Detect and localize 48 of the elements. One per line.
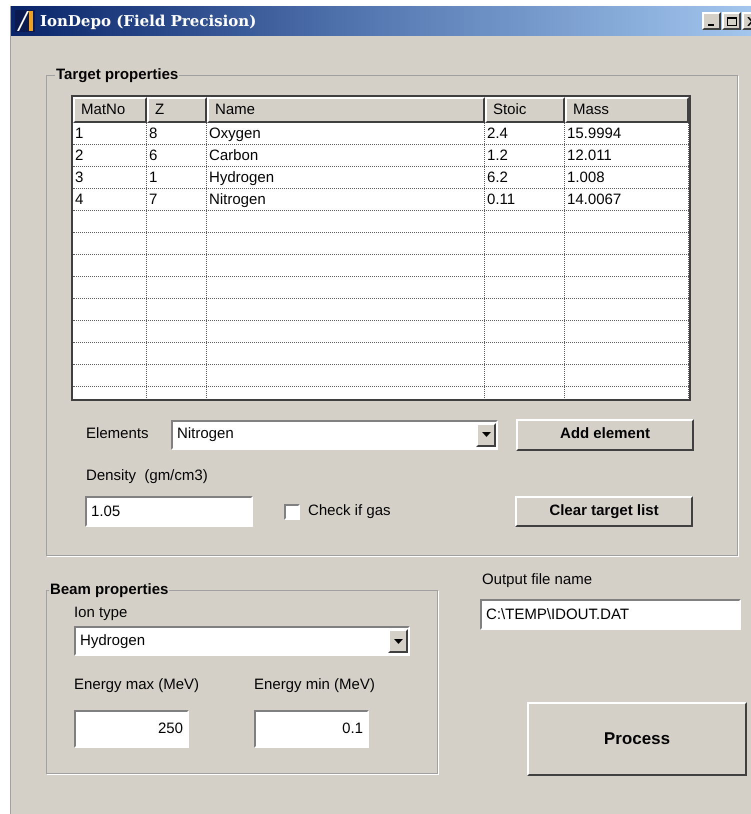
table-cell: 2 — [75, 146, 84, 164]
elements-dropdown[interactable]: Nitrogen — [171, 420, 498, 450]
table-cell: 15.9994 — [567, 124, 622, 142]
table-cell: 14.0067 — [567, 190, 622, 208]
energy-min-field[interactable]: 0.1 — [254, 710, 369, 748]
minimize-icon[interactable] — [702, 12, 721, 30]
add-element-button[interactable]: Add element — [516, 418, 694, 450]
field-label: Density (gm/cm3) — [86, 466, 208, 486]
table-cell: Oxygen — [209, 124, 261, 142]
maximize-icon[interactable] — [722, 12, 741, 30]
table-cell: 6.2 — [487, 168, 508, 186]
energy-max-field[interactable]: 250 — [74, 710, 189, 748]
table-cell: 4 — [75, 190, 84, 208]
table-cell: Carbon — [209, 146, 258, 164]
table-cell: 12.011 — [567, 146, 612, 164]
field-label: Ion type — [74, 602, 128, 622]
clear-target-list-button[interactable]: Clear target list — [515, 496, 693, 527]
table-cell: Hydrogen — [209, 168, 274, 186]
field-label: Elements — [86, 424, 150, 444]
table-cell: 8 — [149, 124, 158, 142]
table-cell: Nitrogen — [209, 190, 266, 208]
table-cell: 7 — [149, 190, 158, 208]
column-header[interactable]: MatNo — [73, 96, 147, 122]
table-cell: 3 — [75, 168, 84, 186]
column-header[interactable]: Name — [207, 96, 485, 122]
field-label: Energy max (MeV) — [74, 675, 200, 695]
gas-checkbox[interactable] — [284, 504, 300, 520]
column-header[interactable]: Stoic — [485, 96, 565, 122]
table-cell: 6 — [149, 146, 158, 164]
ion-type-dropdown[interactable]: Hydrogen — [74, 626, 410, 656]
output-file-field[interactable]: C:\TEMP\IDOUT.DAT — [480, 598, 741, 630]
checkbox-label: Check if gas — [308, 501, 391, 522]
field-label: Energy min (MeV) — [254, 675, 375, 695]
group-title: Beam properties — [49, 580, 170, 600]
density-field[interactable]: 1.05 — [85, 496, 253, 527]
table-cell: 1.2 — [487, 146, 508, 164]
process-button[interactable]: Process — [527, 702, 747, 776]
column-header[interactable]: Mass — [565, 96, 689, 122]
app-logo-icon — [15, 10, 35, 32]
group-title: Target properties — [55, 65, 180, 85]
window-title: IonDepo (Field Precision) — [40, 10, 256, 32]
field-label: Output file name — [482, 570, 592, 590]
table-cell: 1 — [75, 124, 84, 142]
table-cell: 2.4 — [487, 124, 508, 142]
table-cell: 0.11 — [487, 190, 516, 208]
table-cell: 1 — [149, 168, 158, 186]
column-header[interactable]: Z — [147, 96, 207, 122]
table-cell: 1.008 — [567, 168, 605, 186]
